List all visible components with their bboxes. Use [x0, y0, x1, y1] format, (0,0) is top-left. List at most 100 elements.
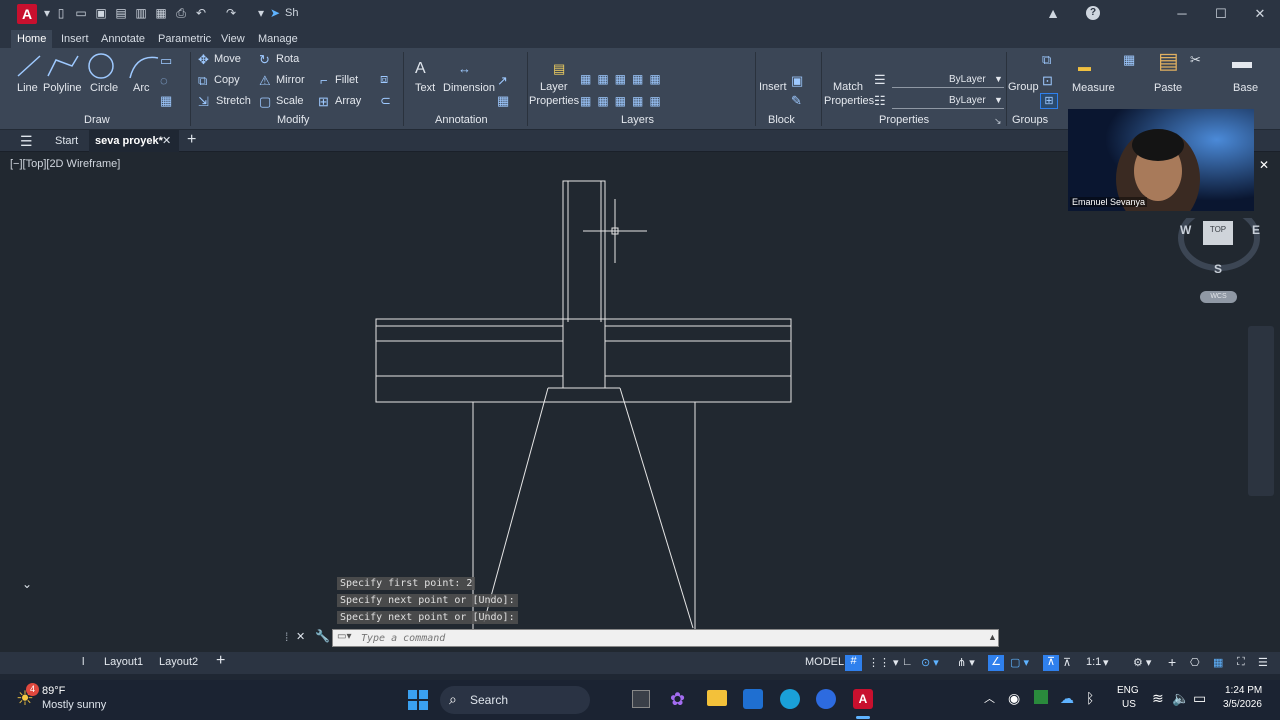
- copilot-icon[interactable]: ✿: [670, 689, 685, 710]
- command-history-toggle-icon[interactable]: ▲: [988, 632, 997, 642]
- tab-view[interactable]: View: [215, 30, 251, 48]
- compass-east[interactable]: E: [1252, 223, 1260, 237]
- block-panel-label[interactable]: Block: [768, 114, 795, 126]
- ortho-icon[interactable]: ∟: [902, 656, 913, 668]
- tray-app-icon[interactable]: ◉: [1008, 690, 1020, 707]
- clock-time[interactable]: 1:24 PM: [1225, 685, 1262, 696]
- open-folder-icon[interactable]: ▭: [74, 6, 88, 20]
- explode-icon[interactable]: ⧈: [380, 72, 388, 86]
- hamburger-menu-icon[interactable]: ☰: [20, 133, 33, 150]
- leader-icon[interactable]: ↗: [497, 74, 508, 88]
- language-indicator-line1[interactable]: ENG: [1117, 685, 1139, 696]
- rectangle-icon[interactable]: ▭: [160, 54, 172, 68]
- isolate-objects-icon[interactable]: ▦: [1213, 656, 1223, 669]
- customize-menu-icon[interactable]: ☰: [1258, 656, 1268, 669]
- compass-south[interactable]: S: [1214, 262, 1222, 276]
- store-icon[interactable]: [743, 689, 763, 709]
- table-icon[interactable]: ▦: [497, 94, 509, 108]
- command-close-icon[interactable]: ✕: [296, 630, 305, 643]
- edit-block-icon[interactable]: ✎: [791, 94, 802, 108]
- start-tab[interactable]: Start: [49, 130, 84, 152]
- insert-block-button[interactable]: Insert: [759, 81, 787, 93]
- scale-button[interactable]: Scale: [276, 95, 304, 107]
- minimize-icon[interactable]: ─: [1167, 4, 1197, 24]
- close-icon[interactable]: ✕: [1245, 4, 1275, 24]
- save-icon[interactable]: ▣: [94, 6, 108, 20]
- zoom-icon[interactable]: [816, 689, 836, 709]
- publish-icon[interactable]: ▦: [154, 6, 168, 20]
- volume-icon[interactable]: 🔈: [1172, 690, 1189, 707]
- stretch-button[interactable]: Stretch: [216, 95, 251, 107]
- units-icon[interactable]: ⎔: [1190, 656, 1200, 669]
- group-button[interactable]: Group: [1008, 81, 1039, 93]
- command-customize-icon[interactable]: 🔧: [315, 629, 330, 643]
- layout2-tab[interactable]: Layout2: [159, 656, 198, 668]
- move-button[interactable]: Move: [214, 53, 241, 65]
- circle-tool-button[interactable]: Circle: [90, 82, 118, 94]
- ungroup-icon[interactable]: ⧉: [1042, 53, 1051, 67]
- line-tool-button[interactable]: Line: [17, 82, 38, 94]
- viewcube-top-face[interactable]: TOP: [1203, 221, 1233, 245]
- collapse-chevron-icon[interactable]: ⌄: [22, 577, 32, 591]
- object-snap-tracking-icon[interactable]: ∠: [988, 655, 1004, 671]
- wifi-icon[interactable]: ≋: [1152, 690, 1164, 707]
- slab-outline[interactable]: [375, 318, 792, 403]
- layer-tools-icons[interactable]: ▦▦▦▦▦: [580, 72, 667, 86]
- dimension-tool-button[interactable]: Dimension: [443, 82, 495, 94]
- hatch-icon[interactable]: ◌: [160, 74, 168, 88]
- isometric-icon[interactable]: ⋔ ▾: [957, 656, 975, 669]
- tray-nvidia-icon[interactable]: [1034, 690, 1048, 704]
- plot-icon[interactable]: ▥: [134, 6, 148, 20]
- viewcube[interactable]: W E S TOP: [1178, 205, 1262, 288]
- weather-description[interactable]: Mostly sunny: [42, 699, 106, 711]
- haunch-right[interactable]: [619, 387, 694, 629]
- tray-cloud-icon[interactable]: ☁: [1060, 690, 1074, 707]
- paste-button[interactable]: Paste: [1154, 82, 1182, 94]
- close-tab-icon[interactable]: ✕: [162, 134, 171, 147]
- haunch-left[interactable]: [483, 387, 549, 623]
- tab-annotate[interactable]: Annotate: [95, 30, 151, 48]
- autodesk-account-icon[interactable]: ▲: [1046, 6, 1060, 20]
- array-button[interactable]: Array: [335, 95, 361, 107]
- annotation-panel-label[interactable]: Annotation: [435, 114, 488, 126]
- group-edit-icon[interactable]: ⊡: [1042, 74, 1053, 88]
- language-indicator-line2[interactable]: US: [1122, 699, 1136, 710]
- workspace-gear-icon[interactable]: ⚙ ▾: [1133, 656, 1151, 669]
- qat-dropdown-icon[interactable]: ▾: [254, 6, 268, 20]
- mirror-button[interactable]: Mirror: [276, 74, 305, 86]
- command-grip-icon[interactable]: ⁞: [285, 630, 288, 644]
- offset-icon[interactable]: ⊂: [380, 94, 391, 108]
- groups-panel-label[interactable]: Groups: [1012, 114, 1048, 126]
- polar-tracking-icon[interactable]: ⊙ ▾: [921, 656, 939, 669]
- chevron-down-icon[interactable]: ▾: [1103, 656, 1109, 669]
- compass-west[interactable]: W: [1180, 223, 1191, 237]
- navigation-bar[interactable]: [1248, 326, 1274, 496]
- draw-panel-label[interactable]: Draw: [84, 114, 110, 126]
- cut-icon[interactable]: ✂: [1190, 53, 1201, 67]
- properties-launcher-icon[interactable]: ↘: [994, 116, 1002, 127]
- snap-mode-icon[interactable]: ⋮⋮ ▾: [868, 656, 899, 669]
- layer-state-icons[interactable]: ▦▦▦▦▦: [580, 94, 667, 108]
- webcam-close-icon[interactable]: ✕: [1259, 158, 1269, 172]
- grid-toggle-icon[interactable]: #: [845, 655, 862, 671]
- tab-parametric[interactable]: Parametric: [152, 30, 217, 48]
- layer-properties-button[interactable]: Layer: [540, 81, 568, 93]
- wcs-menu[interactable]: WCS: [1200, 291, 1237, 303]
- weather-temperature[interactable]: 89°F: [42, 685, 65, 697]
- command-line[interactable]: ▭▾ ▲: [332, 629, 999, 647]
- rotate-button[interactable]: Rota: [276, 53, 299, 65]
- copy-button[interactable]: Copy: [214, 74, 240, 86]
- new-file-icon[interactable]: ▯: [54, 6, 68, 20]
- auto-scale-icon[interactable]: ⊼: [1063, 656, 1071, 669]
- tab-insert[interactable]: Insert: [55, 30, 95, 48]
- gradient-icon[interactable]: ▦: [160, 94, 172, 108]
- model-tab[interactable]: l: [82, 656, 84, 668]
- match-properties-button-line2[interactable]: Properties: [824, 95, 874, 107]
- fillet-button[interactable]: Fillet: [335, 74, 358, 86]
- edge-browser-icon[interactable]: [780, 689, 800, 709]
- share-label[interactable]: Sh: [285, 7, 298, 19]
- annotation-visibility-icon[interactable]: ⊼: [1043, 655, 1059, 671]
- text-tool-button[interactable]: Text: [415, 82, 435, 94]
- layer-properties-button-line2[interactable]: Properties: [529, 95, 579, 107]
- undo-icon[interactable]: ↶: [194, 6, 208, 20]
